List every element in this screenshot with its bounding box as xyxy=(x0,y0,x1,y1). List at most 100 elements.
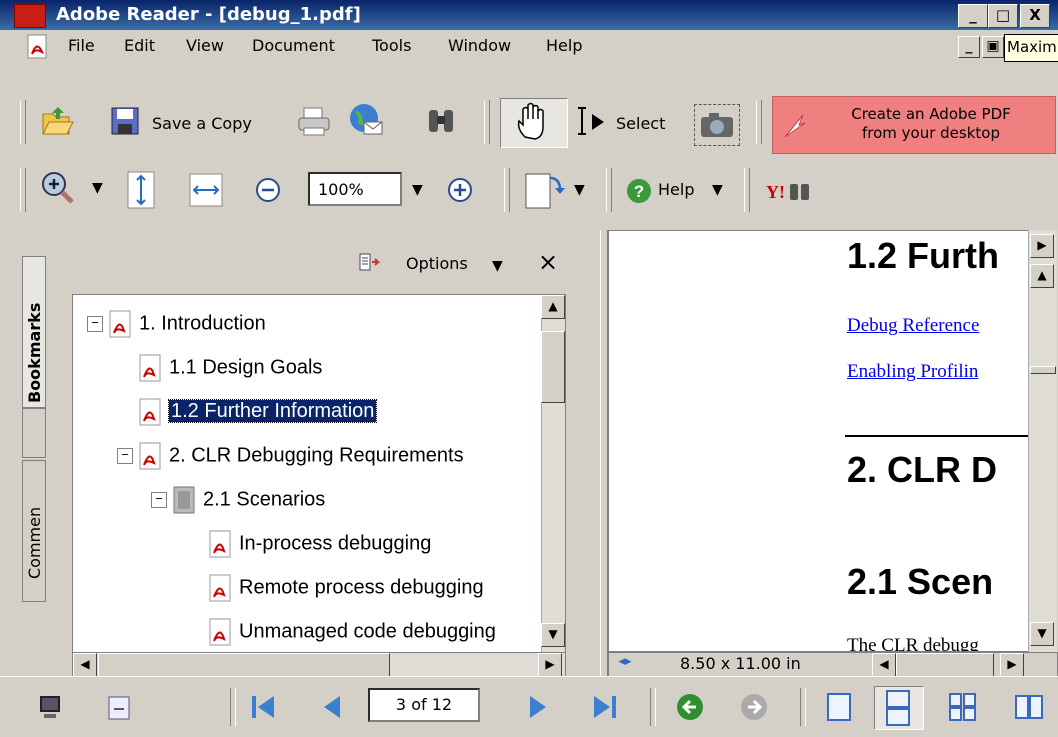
single-page-icon[interactable] xyxy=(822,692,856,722)
bookmark-item[interactable]: − 1. Introduction xyxy=(87,309,266,345)
scroll-down-arrow-icon[interactable]: ▼ xyxy=(541,623,565,647)
menu-edit[interactable]: Edit xyxy=(124,36,155,55)
rotate-page-icon[interactable] xyxy=(522,168,568,212)
scroll-left-arrow-icon[interactable]: ◀ xyxy=(73,653,97,677)
hand-tool-button[interactable] xyxy=(500,98,568,148)
menu-help[interactable]: Help xyxy=(546,36,582,55)
rotate-dropdown-icon[interactable]: ▼ xyxy=(574,182,585,198)
toolbar-grip[interactable] xyxy=(504,168,510,212)
collapse-icon[interactable]: − xyxy=(117,448,133,464)
menu-tools[interactable]: Tools xyxy=(372,36,411,55)
doc-link-enabling-profiling[interactable]: Enabling Profilin xyxy=(847,361,978,383)
menu-view[interactable]: View xyxy=(186,36,224,55)
menu-window[interactable]: Window xyxy=(448,36,511,55)
bookmark-label: 1. Introduction xyxy=(139,312,266,335)
zoom-tool-dropdown-icon[interactable]: ▼ xyxy=(92,180,103,196)
save-a-copy-button[interactable]: Save a Copy xyxy=(152,114,252,133)
scroll-right-arrow-icon[interactable]: ▶ xyxy=(1000,653,1024,677)
split-handle-icon[interactable]: ◂▸ xyxy=(612,654,638,674)
toolbar-grip[interactable] xyxy=(756,100,762,144)
go-back-icon[interactable] xyxy=(674,692,708,722)
bookmarks-tab[interactable]: Bookmarks xyxy=(22,256,46,408)
zoom-level-input[interactable]: 100% xyxy=(308,172,402,206)
monitor-icon[interactable] xyxy=(36,694,64,722)
bookmark-item[interactable]: − 2. CLR Debugging Requirements xyxy=(117,441,464,477)
bookmark-item[interactable]: In-process debugging xyxy=(207,529,431,565)
toolbar-grip[interactable] xyxy=(20,168,26,212)
snapshot-camera-icon[interactable] xyxy=(694,104,740,146)
maximize-button[interactable]: □ xyxy=(988,4,1018,28)
text-select-icon[interactable] xyxy=(572,104,612,138)
first-page-icon[interactable] xyxy=(246,692,280,722)
close-button[interactable]: X xyxy=(1020,4,1050,28)
zoom-in-icon[interactable] xyxy=(446,176,474,204)
save-disk-icon[interactable] xyxy=(110,106,140,136)
go-forward-icon[interactable] xyxy=(738,692,772,722)
select-tool-button[interactable]: Select xyxy=(616,114,665,133)
previous-page-icon[interactable] xyxy=(314,692,348,722)
zoom-dropdown-icon[interactable]: ▼ xyxy=(412,182,423,198)
help-button[interactable]: Help xyxy=(658,180,694,199)
collapse-icon[interactable]: − xyxy=(151,492,167,508)
help-dropdown-icon[interactable]: ▼ xyxy=(712,182,723,198)
pdf-bookmark-icon xyxy=(139,442,161,470)
facing-pages-continuous-icon[interactable] xyxy=(946,692,980,722)
svg-text:Y!: Y! xyxy=(766,182,785,202)
bookmark-item[interactable]: − 2.1 Scenarios xyxy=(151,485,325,521)
fit-width-icon[interactable] xyxy=(186,172,226,208)
menu-file[interactable]: File xyxy=(68,36,95,55)
doc-minimize-button[interactable]: _ xyxy=(958,36,980,58)
create-pdf-banner[interactable]: Create an Adobe PDF from your desktop xyxy=(772,96,1056,154)
last-page-icon[interactable] xyxy=(588,692,622,722)
arrow-icon xyxy=(783,107,807,141)
scroll-thumb[interactable] xyxy=(541,331,565,403)
minimize-button[interactable]: _ xyxy=(958,4,988,28)
open-folder-icon[interactable] xyxy=(40,104,74,138)
page-number-input[interactable]: 3 of 12 xyxy=(368,688,480,722)
continuous-page-button[interactable] xyxy=(874,686,924,730)
doc-restore-button[interactable]: ▣ xyxy=(982,36,1004,58)
next-page-icon[interactable] xyxy=(522,692,556,722)
bookmark-item[interactable]: Remote process debugging xyxy=(207,573,484,609)
zoom-out-icon[interactable] xyxy=(254,176,282,204)
scroll-right-arrow-icon[interactable]: ▶ xyxy=(538,653,562,677)
close-panel-button[interactable]: × xyxy=(538,248,558,276)
toolbar-grip[interactable] xyxy=(484,100,490,144)
toolbar-grip[interactable] xyxy=(744,168,750,212)
scroll-up-arrow-icon[interactable]: ▲ xyxy=(541,295,565,319)
document-view[interactable]: 1.2 Furth Debug Reference Enabling Profi… xyxy=(608,230,1030,652)
scroll-down-arrow-icon[interactable]: ▼ xyxy=(1030,622,1054,646)
doc-link-debug-reference[interactable]: Debug Reference xyxy=(847,315,979,337)
yahoo-search-icon[interactable]: Y! xyxy=(764,174,814,208)
comments-tab[interactable]: Commen xyxy=(22,460,46,602)
toolbar-grip[interactable] xyxy=(20,100,26,144)
scroll-left-arrow-icon[interactable]: ◀ xyxy=(872,653,896,677)
collapse-icon[interactable]: − xyxy=(87,316,103,332)
page-layout-icon[interactable] xyxy=(106,694,132,722)
bookmark-item[interactable]: Unmanaged code debugging xyxy=(207,617,496,653)
bookmark-item[interactable]: 1.2 Further Information xyxy=(137,397,378,433)
menu-document[interactable]: Document xyxy=(252,36,335,55)
document-vertical-scrollbar[interactable] xyxy=(1028,230,1057,652)
help-icon: ? xyxy=(624,176,654,206)
search-binoculars-icon[interactable] xyxy=(424,104,458,138)
options-button[interactable]: Options xyxy=(406,254,468,273)
page-up-arrow-icon[interactable]: ▶ xyxy=(1030,234,1054,258)
bookmark-label: 2. CLR Debugging Requirements xyxy=(169,444,464,467)
options-dropdown-icon[interactable]: ▼ xyxy=(492,258,503,274)
print-icon[interactable] xyxy=(296,104,330,138)
panel-splitter[interactable] xyxy=(600,230,608,676)
signatures-tab[interactable] xyxy=(22,408,46,458)
bookmark-label: Remote process debugging xyxy=(239,576,484,599)
bookmark-item[interactable]: 1.1 Design Goals xyxy=(137,353,322,389)
h-scroll-thumb[interactable] xyxy=(98,653,390,677)
doc-h-scroll-thumb[interactable] xyxy=(896,653,994,677)
toolbar-grip[interactable] xyxy=(606,168,612,212)
doc-scroll-thumb[interactable] xyxy=(1030,366,1056,374)
actual-size-icon[interactable] xyxy=(124,170,158,210)
scroll-up-arrow-icon[interactable]: ▲ xyxy=(1030,264,1054,288)
facing-pages-icon[interactable] xyxy=(1012,692,1046,722)
bookmark-label-selected: 1.2 Further Information xyxy=(167,399,378,424)
zoom-in-magnifier-icon[interactable] xyxy=(40,170,84,206)
email-globe-icon[interactable] xyxy=(348,102,383,136)
